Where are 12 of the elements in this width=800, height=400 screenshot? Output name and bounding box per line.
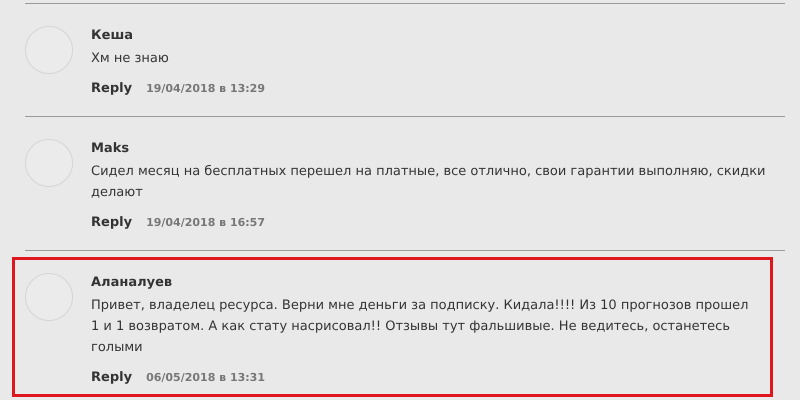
comment-date: 06/05/2018 в 13:31: [146, 371, 265, 384]
comment-text: Хм не знаю: [91, 50, 170, 68]
comment-date: 19/04/2018 в 16:57: [146, 216, 265, 229]
comment-text: Привет, владелец ресурса. Верни мне деньги за подписку. Кидала!!!! Из 10 прогнозов прошел 1 и 1 возвратом. А как стату насрисовал!! Отзывы тут фальшивые. Не ведитесь, останетесь голыми: [91, 297, 750, 357]
comment-author: Кеша: [91, 27, 134, 45]
reply-link[interactable]: Reply: [91, 81, 132, 96]
comment-author: Maks: [91, 140, 130, 158]
comment-author: Аланалуев: [91, 274, 174, 292]
reply-link[interactable]: Reply: [91, 215, 132, 230]
comment-date: 19/04/2018 в 13:29: [146, 82, 265, 95]
reply-link[interactable]: Reply: [91, 370, 132, 385]
comment-text: Сидел месяц на бесплатных перешел на платные, все отлично, свои гарантии выполняю, скидки делают: [91, 163, 766, 202]
